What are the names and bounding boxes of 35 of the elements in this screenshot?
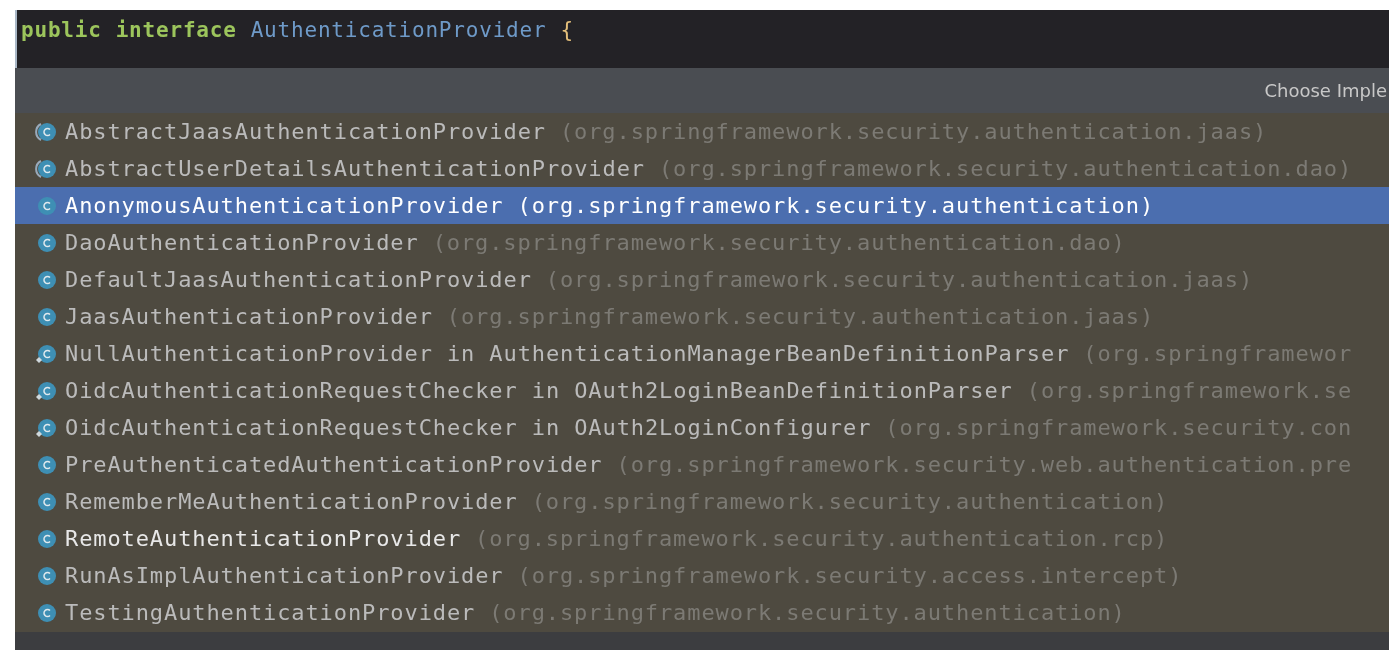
class-icon [35,268,57,291]
package-name: (org.springframework.security.authentication) [517,193,1155,218]
class-name: JaasAuthenticationProvider [65,304,433,329]
class-name: RemoteAuthenticationProvider [65,526,462,551]
inner-class-icon [35,379,57,402]
class-name: AnonymousAuthenticationProvider [65,193,504,218]
class-name: RunAsImplAuthenticationProvider [65,563,504,588]
class-icon [35,527,57,550]
inner-class-icon [35,416,57,439]
class-name: RememberMeAuthenticationProvider [65,489,518,514]
code-keyword: interface [115,18,237,42]
completion-item[interactable]: AnonymousAuthenticationProvider (org.springframework.security.authentication) [15,187,1389,224]
class-name: DefaultJaasAuthenticationProvider [65,267,532,292]
class-icon [35,601,57,624]
class-icon [35,453,57,476]
code-token: { [560,18,574,42]
class-name: NullAuthenticationProvider in AuthenticationManagerBeanDefinitionParser [65,341,1070,366]
class-icon [35,194,57,217]
class-name: DaoAuthenticationProvider [65,230,419,255]
inner-class-icon [35,342,57,365]
class-name: PreAuthenticatedAuthenticationProvider [65,452,603,477]
class-name: AbstractJaasAuthenticationProvider [65,119,546,144]
class-icon [35,231,57,254]
class-icon [35,305,57,328]
class-name: OidcAuthenticationRequestChecker in OAuth2LoginConfigurer [65,415,872,440]
code-token: AuthenticationProvider [250,18,547,42]
class-name: OidcAuthenticationRequestChecker in OAuth2LoginBeanDefinitionParser [65,378,1013,403]
code-keyword: public [21,18,102,42]
class-name: TestingAuthenticationProvider [65,600,476,625]
popup-title: Choose Imple [1264,80,1387,101]
abstract-class-icon [35,157,57,180]
class-name: AbstractUserDetailsAuthenticationProvider [65,156,645,181]
class-icon [35,564,57,587]
class-icon [35,490,57,513]
abstract-class-icon [35,120,57,143]
